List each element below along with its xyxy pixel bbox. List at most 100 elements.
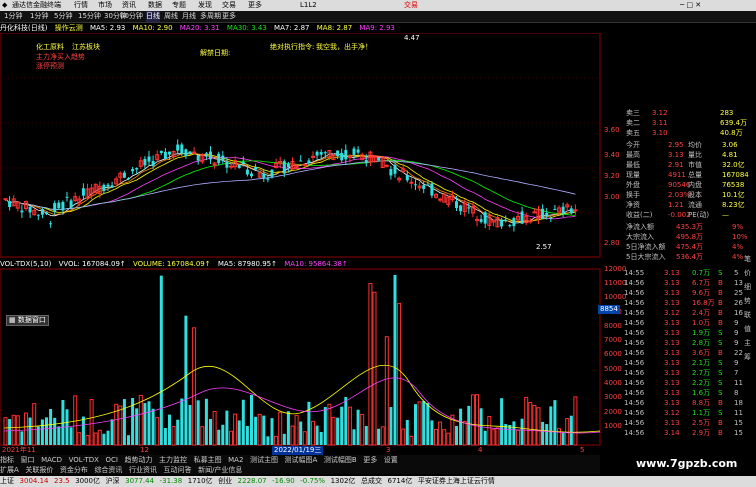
tick-row[interactable]: 14:56 3.13 2.8万 S 9 [624, 338, 756, 348]
period-week[interactable]: 周线 [164, 11, 178, 22]
tick-row[interactable]: 14:56 3.13 16.8万 B 26 [624, 298, 756, 308]
indicator-name[interactable]: 操作云测 [55, 24, 83, 32]
tab-oci[interactable]: OCI [105, 456, 117, 464]
tick-row[interactable]: 14:56 3.13 2.1万 S 9 [624, 358, 756, 368]
quote-row[interactable]: 换手 2.03% 股本 10.1亿 [624, 190, 756, 200]
tab-test-main[interactable]: 测试主图 [250, 456, 278, 464]
cy-label[interactable]: 创业 [218, 477, 232, 485]
period-1m-b[interactable]: 1分钟 [30, 11, 48, 22]
tab-ma2[interactable]: MA2 [228, 456, 243, 464]
tick-count: 25 [734, 289, 743, 297]
side-tab-7[interactable]: 筹 [744, 353, 751, 362]
l1l2-label[interactable]: L1L2 [300, 0, 317, 11]
side-tab-5[interactable]: 值 [744, 325, 751, 334]
tick-row[interactable]: 14:56 3.13 2.2万 S 11 [624, 378, 756, 388]
menu-zx[interactable]: 资讯 [122, 0, 136, 11]
sell-row[interactable]: 卖五 3.10 40.8万 [624, 128, 756, 138]
candle-body [302, 163, 307, 166]
volume-bar [438, 421, 443, 446]
tick-row[interactable]: 14:56 3.13 1.6万 S 8 [624, 388, 756, 398]
period-month[interactable]: 月线 [182, 11, 196, 22]
tick-row[interactable]: 14:56 3.13 1.9万 S 9 [624, 328, 756, 338]
menu-jy[interactable]: 交易 [222, 0, 236, 11]
window-controls[interactable]: ─ □ ✕ [680, 0, 701, 11]
flow-row[interactable]: 净流入额 435.3万 9% [624, 222, 756, 232]
tick-side: S [718, 389, 723, 397]
menu-zt[interactable]: 专题 [172, 0, 186, 11]
period-15m[interactable]: 15分钟 [78, 11, 101, 22]
ext-tab-news[interactable]: 综合资讯 [94, 466, 122, 474]
tab-indicator[interactable]: 指标 [0, 456, 14, 464]
sell-row[interactable]: 卖三 3.12 283 [624, 108, 756, 118]
tab-monitor[interactable]: 主力监控 [159, 456, 187, 464]
chart-canvas[interactable] [0, 33, 624, 453]
quote-row[interactable]: 外盘 90546 内盘 76538 [624, 180, 756, 190]
sh-label[interactable]: 上证 [0, 477, 14, 485]
period-day[interactable]: 日线 [146, 11, 160, 22]
period-5m[interactable]: 5分钟 [54, 11, 72, 22]
candle-body [61, 201, 65, 211]
side-tab-3[interactable]: 势 [744, 297, 751, 306]
volume-bars[interactable] [3, 275, 578, 446]
tab-vol[interactable]: VOL-TDX [69, 456, 99, 464]
tab-test-b[interactable]: 测试幅图B [324, 456, 357, 464]
quote-row[interactable]: 最低 2.91 市值 32.0亿 [624, 160, 756, 170]
period-1m[interactable]: 1分钟 [4, 11, 22, 22]
flow-row[interactable]: 大宗流入 495.8万 10% [624, 232, 756, 242]
tick-row[interactable]: 14:56 3.13 8.8万 B 18 [624, 398, 756, 408]
tick-row[interactable]: 14:56 3.13 9.6万 B 25 [624, 288, 756, 298]
flow-row[interactable]: 5日净流入额 475.4万 4% [624, 242, 756, 252]
ext-tab-qa[interactable]: 互动问答 [164, 466, 192, 474]
quote-row[interactable]: 今开 2.95 均价 3.06 [624, 140, 756, 150]
period-60m[interactable]: 60分钟 [120, 11, 143, 22]
ext-tab-industry[interactable]: 行业资讯 [129, 466, 157, 474]
tick-row[interactable]: 14:56 3.14 2.9万 B 15 [624, 428, 756, 438]
vvol-label: VVOL: 167084.09↑ [58, 260, 126, 268]
menu-hq[interactable]: 行情 [74, 0, 88, 11]
menu-fx[interactable]: 发现 [198, 0, 212, 11]
tab-settings[interactable]: 设置 [384, 456, 398, 464]
quote-row[interactable]: 收益(二) -0.002 PE(动) — [624, 210, 756, 220]
tab-macd[interactable]: MACD [41, 456, 62, 464]
period-multi[interactable]: 多周期 [200, 11, 221, 22]
menu-more[interactable]: 更多 [248, 0, 262, 11]
toolbar-more[interactable]: 更多 [222, 11, 236, 22]
tab-window[interactable]: 窗口 [21, 456, 35, 464]
tick-row[interactable]: 14:56 3.13 6.7万 B 13 [624, 278, 756, 288]
quote-row[interactable]: 净资 1.21 流通 8.23亿 [624, 200, 756, 210]
flow-value: 435.3万 [676, 223, 704, 231]
tick-row[interactable]: 14:55 3.13 0.7万 S 5 [624, 268, 756, 278]
hs-label[interactable]: 沪深 [106, 477, 120, 485]
tab-test-a[interactable]: 测试幅图A [285, 456, 318, 464]
side-tab-1[interactable]: 价 [744, 269, 751, 278]
flow-pct: 4% [732, 243, 744, 251]
quote-row[interactable]: 现量 4911 总量 167084 [624, 170, 756, 180]
quote-row[interactable]: 最高 3.13 量比 4.81 [624, 150, 756, 160]
menu-sj[interactable]: 数据 [148, 0, 162, 11]
tick-row[interactable]: 14:56 3.13 1.0万 B 9 [624, 318, 756, 328]
vol-name[interactable]: VOL-TDX(5,10) [0, 260, 51, 268]
tick-row[interactable]: 14:56 3.12 1.1万 S 11 [624, 408, 756, 418]
ext-tab-quote[interactable]: 关联报价 [25, 466, 53, 474]
tick-row[interactable]: 14:56 3.13 3.6万 B 22 [624, 348, 756, 358]
tick-row[interactable]: 14:56 3.12 2.4万 B 16 [624, 308, 756, 318]
ext-tab-industry-info[interactable]: 新闻/产业信息 [198, 466, 242, 474]
side-tab-4[interactable]: 联 [744, 311, 751, 320]
chart-tool-button[interactable]: ▦ 数据窗口 [6, 315, 49, 326]
trade-label[interactable]: 交易 [404, 0, 418, 11]
tab-trend[interactable]: 趋势动力 [124, 456, 152, 464]
candles[interactable] [3, 139, 578, 232]
tab-more[interactable]: 更多 [363, 456, 377, 464]
side-tab-0[interactable]: 笔 [744, 255, 751, 264]
menu-sc[interactable]: 市场 [98, 0, 112, 11]
tab-private[interactable]: 私募主图 [194, 456, 222, 464]
ext-tab-fund[interactable]: 资金分布 [60, 466, 88, 474]
tick-row[interactable]: 14:56 3.13 2.7万 S 7 [624, 368, 756, 378]
tick-row[interactable]: 14:56 3.13 2.5万 B 15 [624, 418, 756, 428]
candle-body [508, 225, 512, 227]
side-tab-6[interactable]: 主 [744, 339, 751, 348]
ext-tab-a[interactable]: 扩展A [0, 466, 19, 474]
side-tab-2[interactable]: 细 [744, 283, 751, 292]
flow-row[interactable]: 5日大宗流入 536.4万 4% [624, 252, 756, 262]
sell-row[interactable]: 卖二 3.11 639.4万 [624, 118, 756, 128]
